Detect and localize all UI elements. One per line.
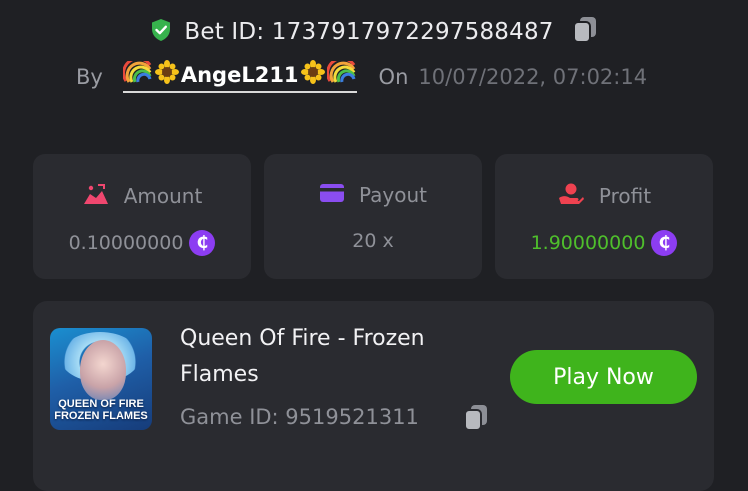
- thumbnail-title-line1: QUEEN OF FIRE: [58, 398, 144, 410]
- thumbnail-figure: [80, 340, 126, 400]
- payout-card-icon: [319, 182, 345, 208]
- profit-title: Profit: [598, 184, 652, 208]
- bet-datetime: 10/07/2022, 07:02:14: [418, 64, 648, 89]
- payout-value: 20 x: [352, 230, 394, 252]
- coin-icon: ₵: [651, 230, 678, 256]
- rainbow-icon: [121, 57, 153, 88]
- game-card: QUEEN OF FIRE FROZEN FLAMES Queen Of Fir…: [33, 301, 714, 491]
- shield-check-icon: [150, 18, 172, 46]
- username-link[interactable]: AngeL211: [121, 57, 357, 93]
- author-row: By AngeL211 On 10/07/2022, 07:02:14: [76, 57, 648, 93]
- amount-value: 0.10000000: [68, 232, 184, 254]
- payout-title: Payout: [358, 183, 427, 207]
- bet-id-row: Bet ID: 1737917972297588487: [0, 16, 748, 48]
- profit-value: 1.90000000: [530, 232, 646, 254]
- sunflower-icon: [300, 60, 325, 89]
- amount-title: Amount: [123, 184, 203, 208]
- game-thumbnail[interactable]: QUEEN OF FIRE FROZEN FLAMES: [50, 328, 152, 430]
- game-title[interactable]: Queen Of Fire - Frozen Flames: [180, 321, 480, 393]
- copy-icon[interactable]: [463, 404, 489, 436]
- amount-icon: [82, 182, 110, 210]
- play-now-button[interactable]: Play Now: [510, 350, 697, 404]
- copy-icon[interactable]: [572, 16, 598, 48]
- sunflower-icon: [154, 60, 179, 89]
- thumbnail-title: QUEEN OF FIRE FROZEN FLAMES: [50, 398, 152, 422]
- by-label: By: [76, 64, 103, 89]
- game-id: Game ID: 9519521311: [180, 405, 419, 429]
- rainbow-icon: [325, 57, 357, 88]
- thumbnail-title-line2: FROZEN FLAMES: [54, 410, 148, 422]
- username: AngeL211: [180, 62, 299, 87]
- payout-card: Payout 20 x: [264, 154, 482, 279]
- profit-hand-icon: [557, 182, 585, 210]
- profit-card: Profit 1.90000000 ₵: [495, 154, 713, 279]
- bet-id: Bet ID: 1737917972297588487: [184, 19, 554, 45]
- on-label: On: [378, 64, 409, 89]
- coin-icon: ₵: [189, 230, 216, 256]
- amount-card: Amount 0.10000000 ₵: [33, 154, 251, 279]
